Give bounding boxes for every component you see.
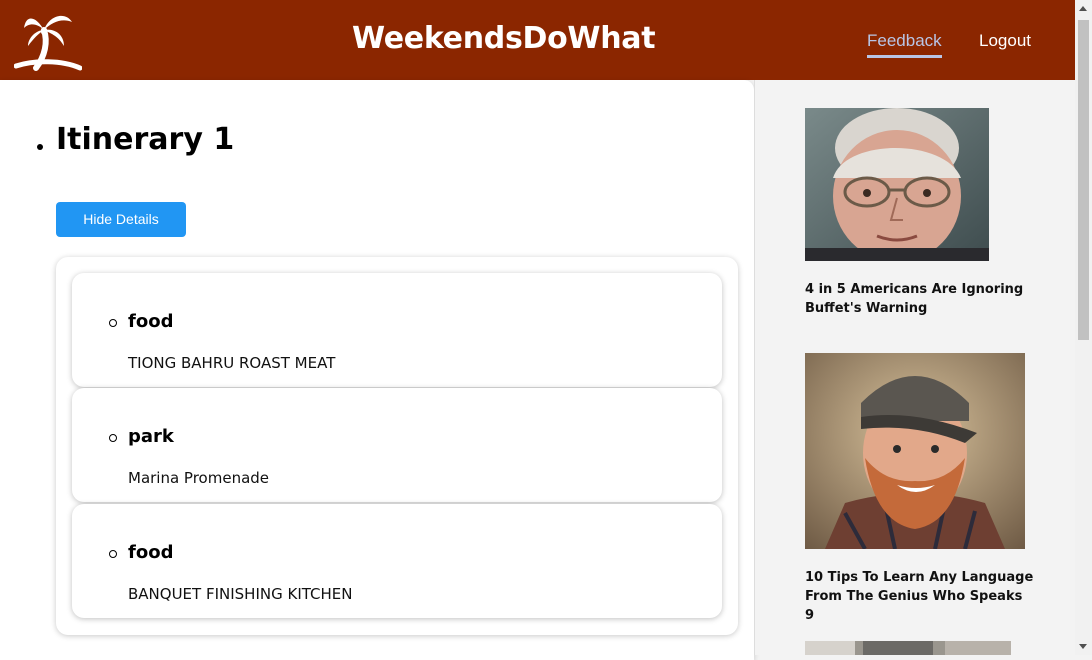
- palm-tree-icon[interactable]: [14, 8, 82, 74]
- itinerary-title: Itinerary 1: [56, 122, 235, 157]
- stop-type: food: [128, 311, 174, 332]
- scroll-up-arrow-icon[interactable]: [1079, 6, 1087, 11]
- nav-logout-link[interactable]: Logout: [979, 31, 1031, 51]
- stop-name: TIONG BAHRU ROAST MEAT: [128, 354, 336, 372]
- stop-name: Marina Promenade: [128, 469, 270, 487]
- page-scrollbar[interactable]: [1075, 0, 1092, 655]
- scrollbar-thumb[interactable]: [1078, 20, 1089, 340]
- scroll-down-arrow-icon[interactable]: [1079, 644, 1087, 649]
- nav-feedback-link[interactable]: Feedback: [867, 31, 942, 58]
- brand-title: WeekendsDoWhat: [352, 21, 656, 56]
- stop-card: park Marina Promenade: [72, 388, 722, 502]
- list-bullet: [109, 319, 117, 327]
- stop-card: food TIONG BAHRU ROAST MEAT: [72, 273, 722, 387]
- ad-title-link[interactable]: 4 in 5 Americans Are Ignoring Buffet's W…: [805, 280, 1035, 318]
- stop-name: BANQUET FINISHING KITCHEN: [128, 585, 353, 603]
- hide-details-button[interactable]: Hide Details: [56, 202, 186, 237]
- elderly-man-photo[interactable]: [805, 108, 989, 261]
- stop-type: park: [128, 426, 174, 447]
- app-header: WeekendsDoWhat Feedback Logout: [0, 0, 1075, 80]
- list-bullet: [37, 144, 43, 150]
- ad-title-link[interactable]: 10 Tips To Learn Any Language From The G…: [805, 568, 1035, 625]
- stop-card: food BANQUET FINISHING KITCHEN: [72, 504, 722, 618]
- list-bullet: [109, 434, 117, 442]
- stop-type: food: [128, 542, 174, 563]
- list-bullet: [109, 550, 117, 558]
- bearded-man-cap-photo[interactable]: [805, 353, 1025, 549]
- partial-photo[interactable]: [805, 641, 1011, 655]
